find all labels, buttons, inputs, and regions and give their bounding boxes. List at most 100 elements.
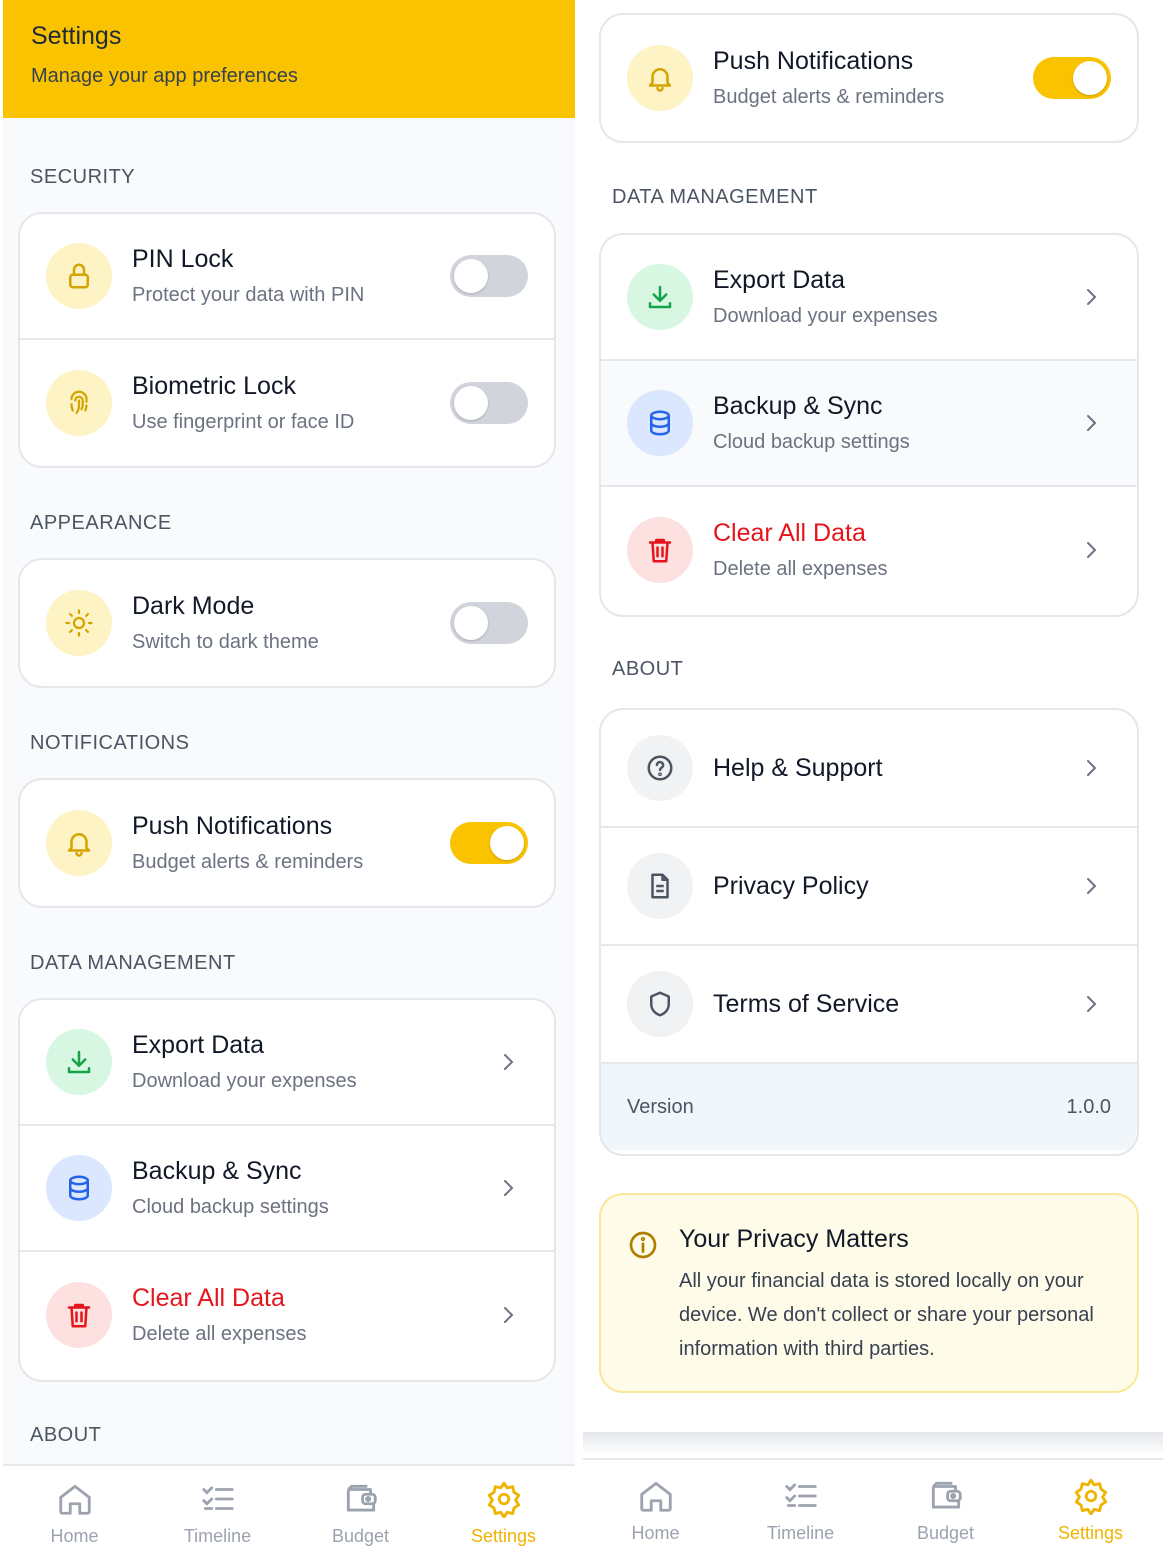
nav-label: Settings xyxy=(1057,1523,1124,1543)
nav-budget[interactable]: Budget xyxy=(873,1460,1018,1561)
nav-budget[interactable]: Budget xyxy=(289,1466,432,1561)
pin-lock-toggle[interactable] xyxy=(450,255,528,297)
setting-subtitle: Cloud backup settings xyxy=(713,431,910,453)
chevron-right-icon xyxy=(1087,996,1097,1012)
dark-mode-toggle[interactable] xyxy=(450,602,528,644)
info-icon xyxy=(629,1231,657,1259)
notifications-card: Push Notifications Budget alerts & remin… xyxy=(18,778,556,908)
section-label-security: SECURITY xyxy=(30,166,136,188)
setting-row-terms[interactable]: Terms of Service xyxy=(601,946,1137,1064)
database-icon xyxy=(46,1155,112,1221)
setting-row-dark-mode[interactable]: Dark Mode Switch to dark theme xyxy=(20,560,554,686)
setting-row-export-data[interactable]: Export Data Download your expenses xyxy=(20,1000,554,1126)
chevron-right-icon xyxy=(1087,760,1097,776)
setting-title: Push Notifications xyxy=(132,812,333,840)
settings-screen-bottom: Push Notifications Budget alerts & remin… xyxy=(583,0,1163,1561)
gear-icon xyxy=(487,1481,520,1518)
nav-label: Home xyxy=(631,1523,680,1543)
setting-row-biometric-lock[interactable]: Biometric Lock Use fingerprint or face I… xyxy=(20,340,554,466)
nav-shadow xyxy=(583,1432,1163,1456)
setting-title: Dark Mode xyxy=(132,592,255,620)
database-icon xyxy=(627,390,693,456)
version-value: 1.0.0 xyxy=(1066,1095,1111,1118)
setting-subtitle: Budget alerts & reminders xyxy=(713,86,945,108)
chevron-right-icon xyxy=(1087,289,1097,305)
setting-title: Biometric Lock xyxy=(132,372,296,400)
nav-label: Home xyxy=(50,1526,99,1546)
version-row: Version 1.0.0 xyxy=(601,1064,1137,1150)
setting-row-pin-lock[interactable]: PIN Lock Protect your data with PIN xyxy=(20,214,554,340)
nav-settings[interactable]: Settings xyxy=(1018,1460,1163,1561)
setting-row-clear-data[interactable]: Clear All Data Delete all expenses xyxy=(601,487,1137,613)
nav-label: Settings xyxy=(470,1526,537,1546)
section-label-data-management: DATA MANAGEMENT xyxy=(30,952,236,974)
checklist-icon xyxy=(201,1486,234,1510)
setting-title: Clear All Data xyxy=(713,519,866,547)
app-header: Settings Manage your app preferences xyxy=(3,0,575,118)
nav-label: Timeline xyxy=(183,1526,252,1546)
push-notifications-toggle[interactable] xyxy=(450,822,528,864)
biometric-lock-toggle[interactable] xyxy=(450,382,528,424)
appearance-card: Dark Mode Switch to dark theme xyxy=(18,558,556,688)
wallet-icon xyxy=(931,1481,962,1509)
setting-title: Privacy Policy xyxy=(713,872,869,900)
setting-subtitle: Budget alerts & reminders xyxy=(132,851,364,873)
bell-icon xyxy=(627,45,693,111)
section-label-about: ABOUT xyxy=(612,658,684,680)
download-icon xyxy=(46,1029,112,1095)
setting-title: Help & Support xyxy=(713,754,883,782)
settings-screen-top: Settings Manage your app preferences SEC… xyxy=(3,0,575,1561)
data-management-card: Export Data Download your expenses Backu… xyxy=(18,998,556,1382)
nav-home[interactable]: Home xyxy=(583,1460,728,1561)
nav-settings[interactable]: Settings xyxy=(432,1466,575,1561)
section-label-notifications: NOTIFICATIONS xyxy=(30,732,190,754)
trash-icon xyxy=(46,1282,112,1348)
trash-icon xyxy=(627,517,693,583)
fingerprint-icon xyxy=(46,370,112,436)
privacy-text: All your financial data is stored locall… xyxy=(679,1270,1094,1360)
setting-subtitle: Protect your data with PIN xyxy=(132,284,365,306)
lock-icon xyxy=(46,243,112,309)
setting-title: Terms of Service xyxy=(713,990,900,1018)
section-label-appearance: APPEARANCE xyxy=(30,512,172,534)
nav-label: Budget xyxy=(331,1526,390,1546)
setting-title: PIN Lock xyxy=(132,245,234,273)
document-icon xyxy=(627,853,693,919)
setting-row-export-data[interactable]: Export Data Download your expenses xyxy=(601,235,1137,361)
setting-title: Push Notifications xyxy=(713,47,914,75)
nav-label: Timeline xyxy=(766,1523,835,1543)
setting-row-push-notifications[interactable]: Push Notifications Budget alerts & remin… xyxy=(20,780,554,906)
notifications-card: Push Notifications Budget alerts & remin… xyxy=(599,13,1139,143)
security-card: PIN Lock Protect your data with PIN Biom… xyxy=(18,212,556,468)
setting-row-backup-sync[interactable]: Backup & Sync Cloud backup settings xyxy=(20,1126,554,1252)
download-icon xyxy=(627,264,693,330)
sun-icon xyxy=(46,590,112,656)
data-management-card: Export Data Download your expenses Backu… xyxy=(599,233,1139,617)
page-title: Settings xyxy=(31,22,122,50)
section-label-data-management: DATA MANAGEMENT xyxy=(612,186,818,208)
setting-row-push-notifications[interactable]: Push Notifications Budget alerts & remin… xyxy=(601,15,1137,141)
nav-timeline[interactable]: Timeline xyxy=(146,1466,289,1561)
push-notifications-toggle[interactable] xyxy=(1033,57,1111,99)
setting-row-privacy-policy[interactable]: Privacy Policy xyxy=(601,828,1137,946)
setting-title: Export Data xyxy=(132,1031,265,1059)
shield-icon xyxy=(627,971,693,1037)
setting-row-help[interactable]: Help & Support xyxy=(601,710,1137,828)
setting-title: Backup & Sync xyxy=(713,392,883,420)
help-circle-icon xyxy=(627,735,693,801)
setting-subtitle: Download your expenses xyxy=(713,305,938,327)
privacy-notice: Your Privacy Matters All your financial … xyxy=(599,1193,1139,1393)
setting-row-backup-sync[interactable]: Backup & Sync Cloud backup settings xyxy=(601,361,1137,487)
setting-title: Export Data xyxy=(713,266,846,294)
chevron-right-icon xyxy=(1087,542,1097,558)
version-label: Version xyxy=(627,1095,694,1118)
about-card: Help & Support Privacy Policy Terms of S… xyxy=(599,708,1139,1156)
setting-subtitle: Download your expenses xyxy=(132,1070,357,1092)
chevron-right-icon xyxy=(504,1180,514,1196)
chevron-right-icon xyxy=(1087,415,1097,431)
setting-row-clear-data[interactable]: Clear All Data Delete all expenses xyxy=(20,1252,554,1378)
bottom-nav: Home Timeline Budget Settings xyxy=(583,1458,1163,1561)
home-icon xyxy=(58,1484,91,1515)
nav-timeline[interactable]: Timeline xyxy=(728,1460,873,1561)
nav-home[interactable]: Home xyxy=(3,1466,146,1561)
